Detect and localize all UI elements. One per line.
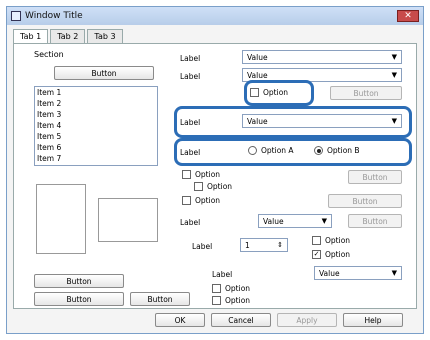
collate-row[interactable]: Option [312,236,350,245]
show-settings-button[interactable]: Button [34,274,124,288]
preview-checkbox[interactable] [212,284,221,293]
chevron-down-icon: ▼ [321,217,327,225]
collate-checkbox[interactable] [312,236,321,245]
favorites-title: Section [34,50,64,59]
lite-checkbox[interactable] [212,296,221,305]
layout-settings-button[interactable]: Button [348,214,402,228]
highlight-color [174,138,412,166]
dialog-buttons: OK Cancel Apply Help [13,313,417,331]
list-item[interactable]: Item 1 [35,87,157,98]
quiet-mode-label: Label [212,270,233,279]
duplex-settings-button[interactable]: Button [348,170,402,184]
auto-checkbox[interactable] [194,182,203,191]
quiet-mode-value: Value [319,268,340,278]
list-item[interactable]: Item 6 [35,142,157,153]
highlight-borderless [244,80,314,106]
settings-panel: Section Button Item 1 Item 2 Item 3 Item… [13,43,417,309]
list-item[interactable]: Item 5 [35,131,157,142]
extend-button[interactable]: Button [330,86,402,100]
cancel-button[interactable]: Cancel [211,313,271,327]
tab-advanced[interactable]: Tab 2 [50,29,86,43]
duplex-label: Option [195,170,221,179]
tab-bar: Tab 1 Tab 2 Tab 3 [13,29,123,43]
help-button[interactable]: Help [343,313,403,327]
reverse-row[interactable]: ✓ Option [312,250,350,259]
collate-label: Option [325,236,351,245]
chevron-down-icon: ▼ [391,71,397,79]
reset-button[interactable]: Button [34,292,124,306]
layout-select[interactable]: Value ▼ [258,214,332,228]
list-item[interactable]: Item 7 [35,153,157,164]
print-settings-window: Window Title ✕ Tab 1 Tab 2 Tab 3 Section… [6,6,424,334]
facedown-row[interactable]: Option [182,196,220,205]
duplex-checkbox[interactable] [182,170,191,179]
highlight-paper-type [174,106,412,138]
lite-label: Option [225,296,251,305]
source-select[interactable]: Value ▼ [242,50,402,64]
title-bar: Window Title ✕ [7,7,423,25]
presets-list[interactable]: Item 1 Item 2 Item 3 Item 4 Item 5 Item … [34,86,158,166]
auto-label: Option [207,182,233,191]
list-item[interactable]: Item 2 [35,98,157,109]
paper-size-label: Label [180,72,201,81]
layout-value: Value [263,216,284,226]
source-value: Value [247,52,268,62]
register-delete-button[interactable]: Button [54,66,154,80]
source-label: Label [180,54,201,63]
ok-button[interactable]: OK [155,313,205,327]
auto-row[interactable]: Option [194,182,232,191]
copies-label: Label [192,242,213,251]
printer-icon [11,11,21,21]
layout-label: Label [180,218,201,227]
reverse-checkbox[interactable]: ✓ [312,250,321,259]
copies-value: 1 [245,240,250,250]
page-preview [36,184,86,254]
window-title: Window Title [25,11,83,21]
apply-button[interactable]: Apply [277,313,337,327]
chevron-down-icon: ▼ [391,53,397,61]
tab-main[interactable]: Tab 1 [13,29,49,43]
list-item[interactable]: Item 4 [35,120,157,131]
copies-input[interactable]: 1 ⇕ [240,238,288,252]
density-button[interactable]: Button [328,194,402,208]
facedown-checkbox[interactable] [182,196,191,205]
chevron-down-icon: ▼ [391,269,397,277]
reverse-label: Option [325,250,351,259]
facedown-label: Option [195,196,221,205]
quiet-mode-select[interactable]: Value ▼ [314,266,402,280]
printer-preview [98,198,158,242]
spinner-icon: ⇕ [277,241,283,249]
close-button[interactable]: ✕ [397,10,419,22]
lite-row[interactable]: Option [212,296,250,305]
paper-size-value: Value [247,70,268,80]
duplex-row[interactable]: Option [182,170,220,179]
list-item[interactable]: Item 3 [35,109,157,120]
preview-row[interactable]: Option [212,284,250,293]
preview-label: Option [225,284,251,293]
tab-utility[interactable]: Tab 3 [87,29,123,43]
ink-button[interactable]: Button [130,292,190,306]
